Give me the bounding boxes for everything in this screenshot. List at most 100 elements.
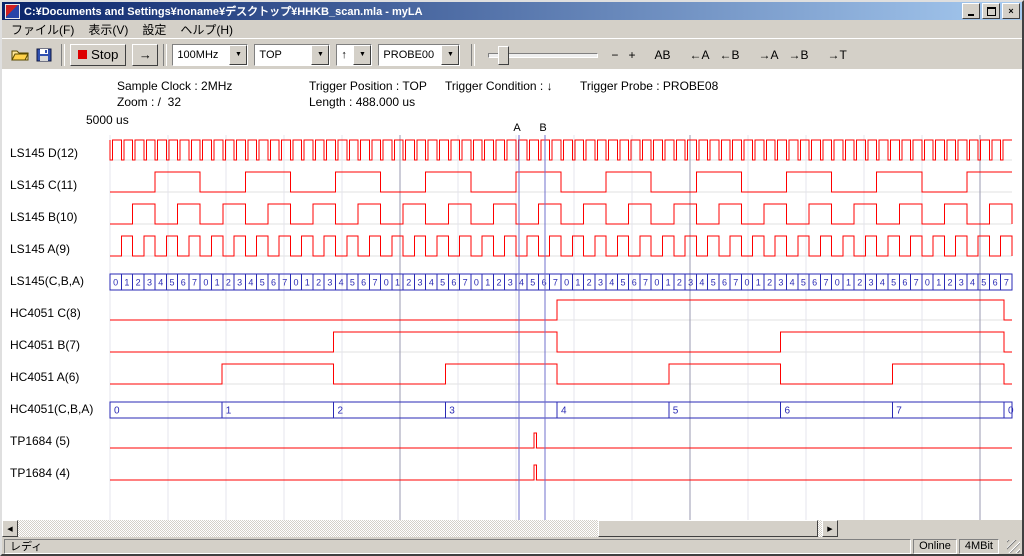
scroll-left-button[interactable]: ◀ <box>2 520 18 537</box>
bus-value: 0 <box>835 278 840 288</box>
menu-file[interactable]: ファイル(F) <box>4 20 81 39</box>
scroll-right-button[interactable]: ▶ <box>822 520 838 537</box>
bus-value: 0 <box>294 278 299 288</box>
close-button[interactable]: × <box>1002 3 1020 19</box>
trigger-probe-value: PROBE00 <box>379 49 441 61</box>
resize-grip-icon[interactable] <box>1007 540 1020 553</box>
stop-button[interactable]: Stop <box>70 44 126 66</box>
status-ready: レディ <box>4 539 911 554</box>
stop-icon <box>78 50 87 59</box>
bus-value: 0 <box>474 278 479 288</box>
bus-value: 2 <box>338 406 344 417</box>
bus-value: 5 <box>711 278 716 288</box>
chevron-down-icon[interactable]: ▼ <box>311 45 329 65</box>
menu-settings[interactable]: 設定 <box>135 20 173 39</box>
bus-value: 1 <box>305 278 310 288</box>
bus-value: 1 <box>124 278 129 288</box>
trigger-probe-select[interactable]: PROBE00 ▼ <box>378 44 460 66</box>
trigger-edge-select[interactable]: ↑ ▼ <box>336 44 372 66</box>
waveform-square <box>110 300 1012 320</box>
goto-trigger-button[interactable]: →T <box>823 44 852 66</box>
bus-value: 4 <box>609 278 614 288</box>
waveform-flat <box>110 433 1012 448</box>
bus-value: 6 <box>271 278 276 288</box>
bus-value: 1 <box>666 278 671 288</box>
prev-a-button[interactable]: ←A <box>684 44 714 66</box>
trigger-position-select[interactable]: TOP ▼ <box>254 44 330 66</box>
minimize-button[interactable] <box>962 3 980 19</box>
next-b-button[interactable]: →B <box>784 44 814 66</box>
bus-value: 2 <box>226 278 231 288</box>
next-a-button[interactable]: →A <box>754 44 784 66</box>
trigger-edge-value: ↑ <box>337 49 353 61</box>
titlebar[interactable]: C:¥Documents and Settings¥noname¥デスクトップ¥… <box>2 2 1022 20</box>
bus-value: 2 <box>677 278 682 288</box>
bus-value: 1 <box>215 278 220 288</box>
bus-value: 6 <box>722 278 727 288</box>
bus-value: 3 <box>147 278 152 288</box>
bus-value: 4 <box>429 278 434 288</box>
bus-value: 6 <box>181 278 186 288</box>
maximize-button[interactable] <box>982 3 1000 19</box>
zoom-slider-thumb[interactable] <box>498 46 509 65</box>
close-icon: × <box>1008 6 1013 16</box>
waveform-square <box>110 172 1012 192</box>
bus-value: 5 <box>981 278 986 288</box>
bus-value: 7 <box>372 278 377 288</box>
arrow-left-icon: ◀ <box>7 525 12 533</box>
prev-b-button[interactable]: ←B <box>714 44 744 66</box>
app-icon <box>5 4 20 19</box>
zoom-out-button[interactable]: − <box>606 44 623 66</box>
waveform-square <box>110 364 1012 384</box>
save-floppy-icon <box>36 48 52 62</box>
menu-view[interactable]: 表示(V) <box>81 20 135 39</box>
save-button[interactable] <box>32 44 56 66</box>
chevron-down-icon[interactable]: ▼ <box>353 45 371 65</box>
bus-value: 7 <box>914 278 919 288</box>
horizontal-scrollbar[interactable]: ◀ ▶ <box>2 520 838 537</box>
scrollbar-thumb[interactable] <box>598 520 818 537</box>
sample-clock-select[interactable]: 100MHz ▼ <box>172 44 248 66</box>
scrollbar-track[interactable] <box>18 520 822 537</box>
chevron-down-icon[interactable]: ▼ <box>441 45 459 65</box>
open-button[interactable] <box>8 44 32 66</box>
bus-value: 3 <box>449 406 455 417</box>
bus-value: 0 <box>564 278 569 288</box>
bus-value: 6 <box>451 278 456 288</box>
status-online: Online <box>913 539 957 554</box>
bus-value: 3 <box>327 278 332 288</box>
waveform-flat <box>110 465 1012 480</box>
waveform-square <box>110 204 1012 224</box>
run-button[interactable]: → <box>132 44 158 66</box>
bus-value: 3 <box>688 278 693 288</box>
bus-value: 6 <box>902 278 907 288</box>
bus-value: 3 <box>508 278 513 288</box>
zoom-in-button[interactable]: + <box>623 44 640 66</box>
bus-value: 4 <box>158 278 163 288</box>
minimize-icon <box>968 14 974 16</box>
bus-value: 5 <box>673 406 679 417</box>
waveform-ticks <box>110 140 1012 160</box>
bus-value: 6 <box>361 278 366 288</box>
status-memory: 4MBit <box>959 539 999 554</box>
menu-help[interactable]: ヘルプ(H) <box>173 20 240 39</box>
bus-value: 0 <box>925 278 930 288</box>
bus-value: 4 <box>699 278 704 288</box>
bus-value: 4 <box>880 278 885 288</box>
bus-value: 2 <box>316 278 321 288</box>
zoom-slider[interactable] <box>488 44 598 66</box>
bus-value: 0 <box>113 278 118 288</box>
bus-value: 4 <box>970 278 975 288</box>
bus-value: 1 <box>756 278 761 288</box>
waveform-display[interactable]: 0123456701234567012345670123456701234567… <box>2 69 1024 520</box>
toolbar: Stop → 100MHz ▼ TOP ▼ ↑ ▼ PROBE00 ▼ − + … <box>2 38 1022 71</box>
bus-value: 5 <box>350 278 355 288</box>
ab-button[interactable]: AB <box>649 44 675 66</box>
bus-value: 6 <box>812 278 817 288</box>
bus-value: 5 <box>440 278 445 288</box>
bus-value: 4 <box>519 278 524 288</box>
bus-value: 1 <box>936 278 941 288</box>
chevron-down-icon[interactable]: ▼ <box>229 45 247 65</box>
bus-value: 1 <box>226 406 232 417</box>
bus-value: 5 <box>530 278 535 288</box>
